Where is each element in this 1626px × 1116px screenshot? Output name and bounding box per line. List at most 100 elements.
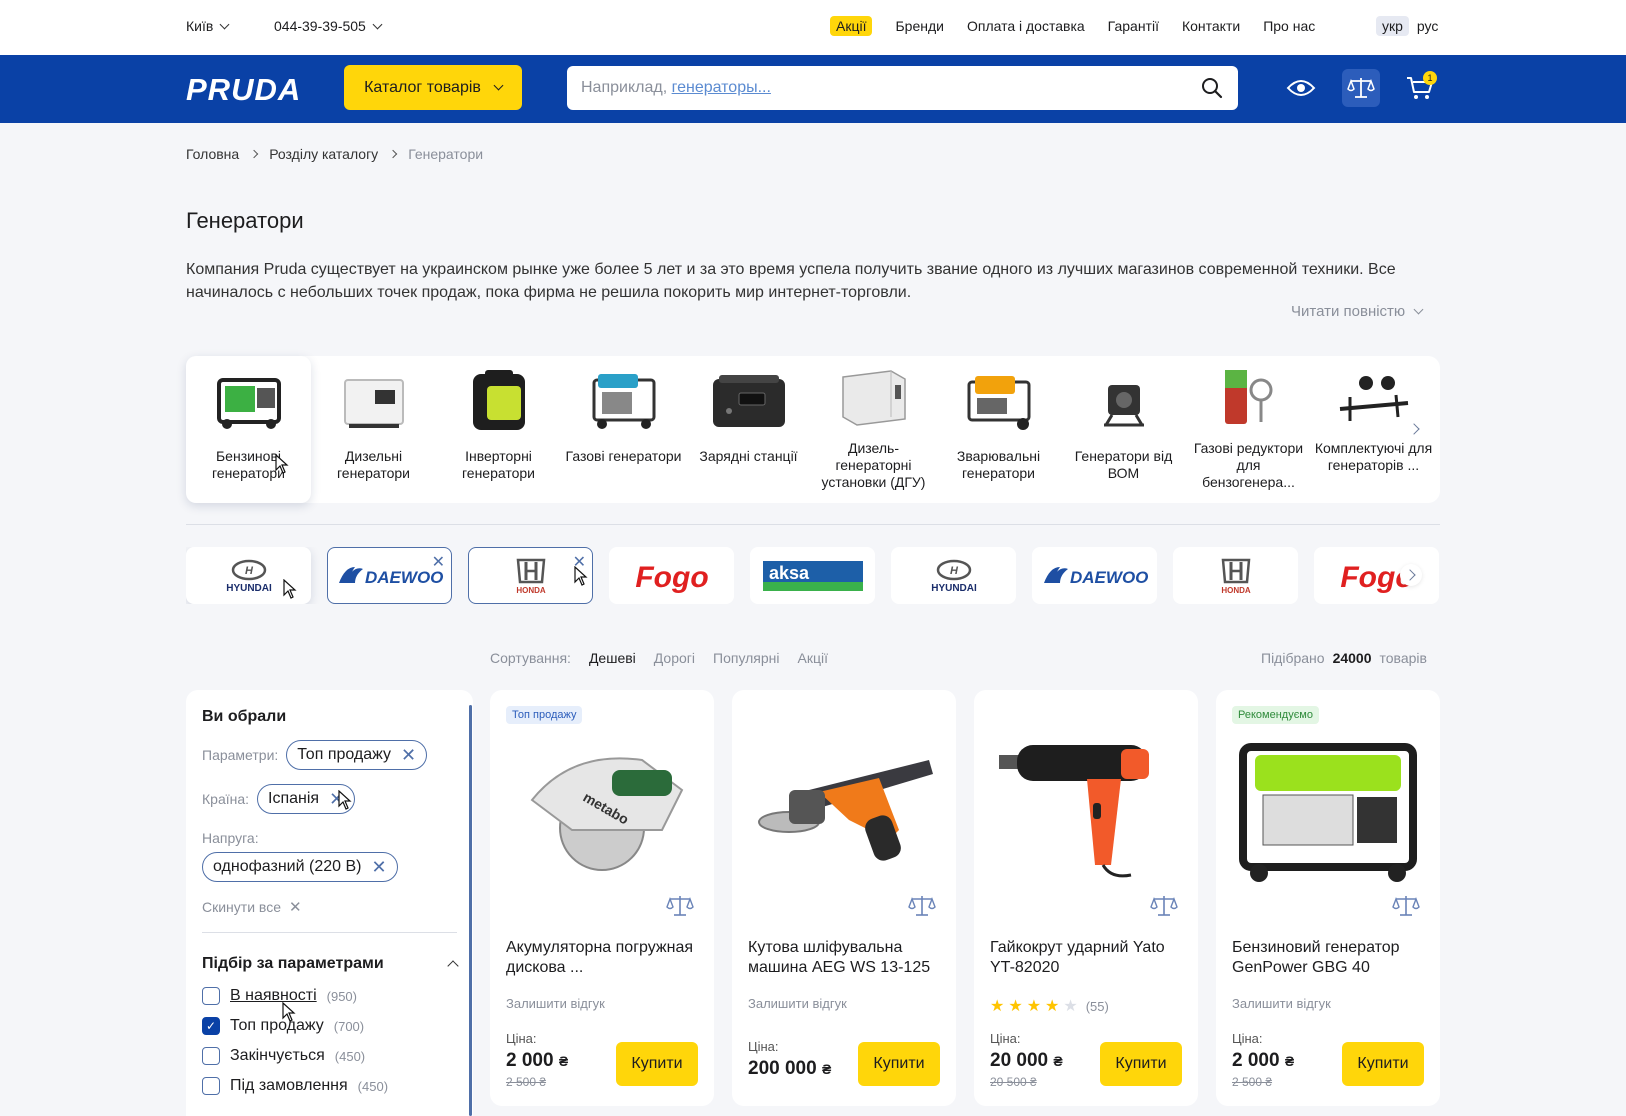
category-diesel-generators[interactable]: Дизельні генератори bbox=[311, 356, 436, 503]
product-name[interactable]: Гайкокрут ударний Yato YT-82020 bbox=[990, 938, 1182, 978]
nav-link-promo[interactable]: Акції bbox=[830, 16, 873, 36]
sort-option-promo[interactable]: Акції bbox=[798, 650, 828, 666]
product-image[interactable]: metabo bbox=[506, 720, 698, 890]
city-selector[interactable]: Київ bbox=[186, 18, 230, 34]
product-image[interactable] bbox=[748, 720, 940, 890]
brand-next-button[interactable] bbox=[1400, 564, 1422, 586]
fogo-logo: Fogo bbox=[635, 561, 708, 594]
svg-text:HYUNDAI: HYUNDAI bbox=[931, 583, 977, 594]
compare-button[interactable] bbox=[1342, 69, 1380, 107]
leave-review-link[interactable]: Залишити відгук bbox=[506, 996, 605, 1011]
search-icon[interactable] bbox=[1200, 76, 1224, 100]
mouse-cursor-icon bbox=[282, 1002, 296, 1022]
product-price: 20 000 ₴ bbox=[990, 1050, 1063, 1071]
checkbox[interactable] bbox=[202, 1047, 220, 1065]
product-card[interactable]: Топ продажу metabo Акумуляторна погружна… bbox=[490, 690, 714, 1106]
compare-scales-icon[interactable] bbox=[908, 894, 936, 918]
product-image[interactable] bbox=[1232, 720, 1424, 890]
sort-option-expensive[interactable]: Дорогі bbox=[654, 650, 695, 666]
nav-link-brands[interactable]: Бренди bbox=[895, 16, 943, 36]
compare-scales-icon[interactable] bbox=[666, 894, 694, 918]
brand-hyundai[interactable]: H HYUNDAI bbox=[891, 547, 1016, 604]
svg-text:HONDA: HONDA bbox=[516, 586, 546, 595]
nav-link-about[interactable]: Про нас bbox=[1263, 16, 1315, 36]
search-input[interactable]: Наприклад, генераторы... bbox=[567, 66, 1238, 110]
category-gasoline-generators[interactable]: Бензинові генератори bbox=[186, 356, 311, 503]
category-welding-generators[interactable]: Зварювальні генератори bbox=[936, 356, 1061, 503]
breadcrumb-home[interactable]: Головна bbox=[186, 146, 239, 162]
nav-link-warranty[interactable]: Гарантії bbox=[1108, 16, 1159, 36]
category-label: Зарядні станції bbox=[699, 448, 798, 464]
product-card[interactable]: Рекомендуємо Бензиновий генератор GenPow… bbox=[1216, 690, 1440, 1106]
leave-review-link[interactable]: Залишити відгук bbox=[1232, 996, 1331, 1011]
price-label: Ціна: bbox=[506, 1031, 537, 1046]
category-gas-reducers[interactable]: Газові редуктори для бензогенера... bbox=[1186, 356, 1311, 503]
charging-station-icon bbox=[709, 366, 789, 436]
nav-link-contacts[interactable]: Контакти bbox=[1182, 16, 1240, 36]
phone-selector[interactable]: 044-39-39-505 bbox=[274, 18, 383, 34]
buy-button[interactable]: Купити bbox=[1100, 1042, 1182, 1086]
price-label: Ціна: bbox=[990, 1031, 1021, 1046]
scales-icon bbox=[1347, 78, 1375, 98]
checkbox[interactable] bbox=[202, 987, 220, 1005]
catalog-button[interactable]: Каталог товарів bbox=[344, 65, 522, 110]
remove-filter-icon[interactable]: ✕ bbox=[401, 746, 416, 764]
lang-rus[interactable]: рус bbox=[1417, 16, 1438, 36]
found-count: Підібрано 24000 товарів bbox=[1261, 650, 1427, 666]
category-label: Газові генератори bbox=[565, 448, 682, 464]
product-name[interactable]: Бензиновий генератор GenPower GBG 40 bbox=[1232, 938, 1424, 978]
filter-scrollbar[interactable] bbox=[469, 705, 472, 1116]
buy-button[interactable]: Купити bbox=[616, 1042, 698, 1086]
phone-label: 044-39-39-505 bbox=[274, 18, 366, 34]
sort-option-cheap[interactable]: Дешеві bbox=[589, 650, 636, 666]
filter-chip-voltage[interactable]: однофазний (220 В) ✕ bbox=[202, 852, 398, 882]
product-card[interactable]: Кутова шліфувальна машина AEG WS 13-125 … bbox=[732, 690, 956, 1106]
compare-scales-icon[interactable] bbox=[1392, 894, 1420, 918]
buy-button[interactable]: Купити bbox=[858, 1042, 940, 1086]
impact-wrench-icon bbox=[999, 745, 1149, 878]
category-inverter-generators[interactable]: Інверторні генератори bbox=[436, 356, 561, 503]
product-image[interactable] bbox=[990, 720, 1182, 890]
category-charging-stations[interactable]: Зарядні станції bbox=[686, 356, 811, 503]
product-name[interactable]: Акумуляторна погружная дискова ... bbox=[506, 938, 698, 978]
product-card[interactable]: Гайкокрут ударний Yato YT-82020 ★ ★ ★ ★ … bbox=[974, 690, 1198, 1106]
category-next-button[interactable] bbox=[1404, 418, 1426, 440]
buy-button[interactable]: Купити bbox=[1342, 1042, 1424, 1086]
nav-link-payment-delivery[interactable]: Оплата і доставка bbox=[967, 16, 1085, 36]
category-diesel-units[interactable]: Дизель-генераторні установки (ДГУ) bbox=[811, 356, 936, 503]
remove-brand-icon[interactable]: ✕ bbox=[432, 552, 445, 572]
generator-parts-icon bbox=[1334, 362, 1414, 432]
read-more-link[interactable]: Читати повністю bbox=[1291, 303, 1424, 320]
compare-scales-icon[interactable] bbox=[1150, 894, 1178, 918]
brand-fogo[interactable]: Fogo bbox=[609, 547, 734, 604]
circular-saw-icon: metabo bbox=[530, 757, 684, 871]
checkbox-on-order[interactable]: Під замовлення (450) bbox=[202, 1077, 457, 1095]
lang-ukr[interactable]: укр bbox=[1376, 16, 1409, 36]
brand-daewoo[interactable]: DAEWOO bbox=[1032, 547, 1157, 604]
review-count[interactable]: (55) bbox=[1086, 999, 1109, 1014]
brand-daewoo[interactable]: DAEWOO ✕ bbox=[327, 547, 452, 604]
checkbox[interactable] bbox=[202, 1077, 220, 1095]
viewed-button[interactable] bbox=[1282, 69, 1320, 107]
params-accordion-header[interactable]: Підбір за параметрами bbox=[202, 955, 459, 973]
checkbox-checked[interactable]: ✓ bbox=[202, 1017, 220, 1035]
checkbox-in-stock[interactable]: В наявності (950) bbox=[202, 987, 457, 1005]
remove-filter-icon[interactable]: ✕ bbox=[371, 858, 386, 876]
product-name[interactable]: Кутова шліфувальна машина AEG WS 13-125 bbox=[748, 938, 940, 978]
category-label: Бензинові генератори bbox=[211, 448, 285, 481]
cart-button[interactable]: 1 bbox=[1401, 69, 1439, 107]
filter-sidebar: Ви обрали Параметри: Топ продажу ✕ Країна… bbox=[186, 690, 473, 1116]
category-pto-generators[interactable]: Генератори від ВОМ bbox=[1061, 356, 1186, 503]
checkbox-top-sales[interactable]: ✓ Топ продажу (700) bbox=[202, 1017, 457, 1035]
svg-text:HONDA: HONDA bbox=[1221, 586, 1251, 595]
checkbox-ending[interactable]: Закінчується (450) bbox=[202, 1047, 457, 1065]
reset-all-button[interactable]: Скинути все ✕ bbox=[202, 898, 457, 916]
breadcrumb-catalog[interactable]: Розділу каталогу bbox=[269, 146, 378, 162]
brand-aksa[interactable]: aksa bbox=[750, 547, 875, 604]
logo[interactable]: PRUDA bbox=[186, 72, 301, 108]
sort-option-popular[interactable]: Популярні bbox=[713, 650, 780, 666]
category-gas-generators[interactable]: Газові генератори bbox=[561, 356, 686, 503]
leave-review-link[interactable]: Залишити відгук bbox=[748, 996, 847, 1011]
brand-honda[interactable]: HONDA bbox=[1173, 547, 1298, 604]
filter-chip-top-sales[interactable]: Топ продажу ✕ bbox=[286, 740, 428, 770]
